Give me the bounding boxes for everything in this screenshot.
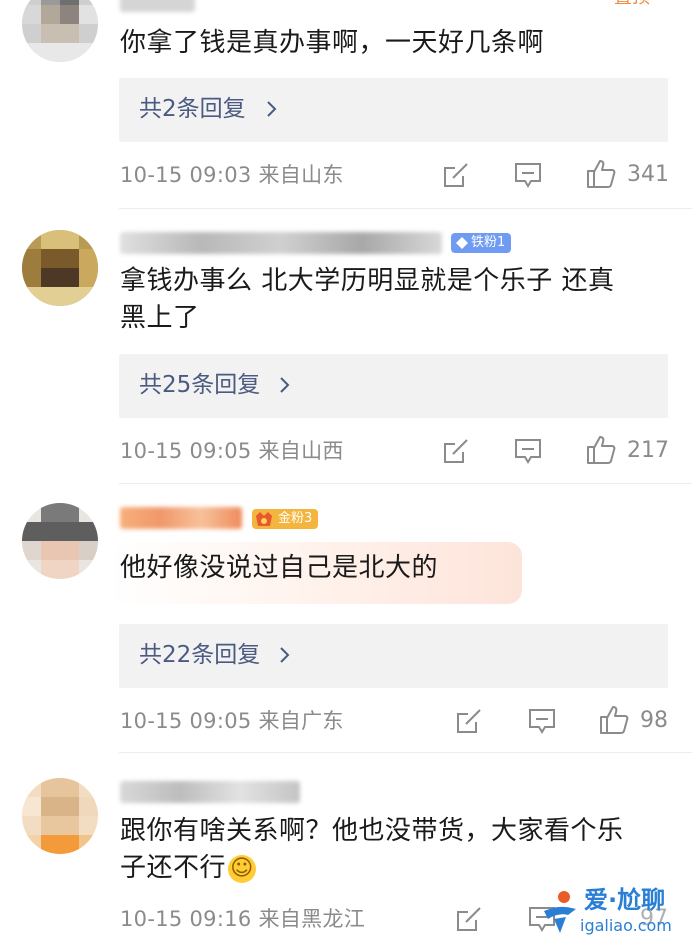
chevron-right-icon xyxy=(280,377,290,393)
comment-location: 来自山东 xyxy=(258,163,344,187)
username[interactable] xyxy=(120,781,300,803)
comment-icon[interactable] xyxy=(513,160,543,190)
divider xyxy=(119,752,692,753)
comment-text: 你拿了钱是真办事啊，一天好几条啊 xyxy=(120,28,545,58)
chevron-right-icon xyxy=(267,101,277,117)
comment-text-line: 子还不行 ☺ xyxy=(120,850,624,887)
comment-text-segment: 子还不行 xyxy=(120,853,227,883)
comment-location: 来自黑龙江 xyxy=(258,907,365,931)
username[interactable] xyxy=(120,507,242,529)
like-count: 217 xyxy=(627,438,669,463)
divider xyxy=(119,208,692,209)
comment-time: 10-15 09:03 xyxy=(120,163,252,187)
fan-badge: 铁粉1 xyxy=(451,233,512,253)
reply-count-label: 共25条回复 xyxy=(139,372,261,398)
watermark: 爱·尬聊 igaliao.com xyxy=(540,885,690,945)
watermark-title: 爱·尬聊 xyxy=(584,886,666,914)
edit-icon[interactable] xyxy=(454,706,484,736)
watermark-url: igaliao.com xyxy=(580,916,672,935)
comment-text: 拿钱办事么 北大学历明显就是个乐子 还真 黑上了 xyxy=(120,263,615,337)
comment-icon[interactable] xyxy=(513,436,543,466)
divider xyxy=(119,483,692,484)
diamond-icon xyxy=(456,237,468,249)
avatar[interactable] xyxy=(22,778,98,854)
edit-icon[interactable] xyxy=(441,436,471,466)
comment-icon[interactable] xyxy=(527,706,557,736)
reply-thread-button[interactable]: 共25条回复 xyxy=(119,354,668,418)
username[interactable] xyxy=(120,232,442,254)
comment-meta: 10-15 09:05 来自广东 xyxy=(120,706,344,736)
like-count: 98 xyxy=(640,708,668,733)
top-tag: 置顶 xyxy=(614,0,650,10)
comment-text-line: 黑上了 xyxy=(120,303,200,333)
comment-meta: 10-15 09:03 来自山东 xyxy=(120,160,344,190)
avatar[interactable] xyxy=(22,503,98,579)
fan-badge-label: 铁粉1 xyxy=(471,235,506,250)
reply-count-label: 共2条回复 xyxy=(139,96,246,122)
avatar[interactable] xyxy=(22,0,98,62)
thumbs-up-icon[interactable] xyxy=(585,434,617,466)
comment-time: 10-15 09:16 xyxy=(120,907,252,931)
reply-thread-button[interactable]: 共22条回复 xyxy=(119,624,668,688)
watermark-logo-icon xyxy=(544,891,576,933)
comment-text: 跟你有啥关系啊？他也没带货，大家看个乐 子还不行 ☺ xyxy=(120,813,624,887)
reply-thread-button[interactable]: 共2条回复 xyxy=(119,78,668,142)
edit-icon[interactable] xyxy=(441,160,471,190)
avatar[interactable] xyxy=(22,230,98,306)
comment-location: 来自广东 xyxy=(258,709,344,733)
chevron-right-icon xyxy=(280,647,290,663)
comment-meta: 10-15 09:16 来自黑龙江 xyxy=(120,904,365,934)
fan-badge-label: 金粉3 xyxy=(278,511,313,526)
reply-count-label: 共22条回复 xyxy=(139,642,261,668)
comment-text: 他好像没说过自己是北大的 xyxy=(120,553,439,583)
like-count: 341 xyxy=(627,162,669,187)
thumbs-up-icon[interactable] xyxy=(585,158,617,190)
fan-badge: 金粉3 xyxy=(252,509,319,529)
comment-time: 10-15 09:05 xyxy=(120,439,252,463)
username[interactable] xyxy=(120,0,195,12)
comment-text-line: 跟你有啥关系啊？他也没带货，大家看个乐 xyxy=(120,816,624,846)
edit-icon[interactable] xyxy=(454,904,484,934)
comment-meta: 10-15 09:05 来自山西 xyxy=(120,436,344,466)
comment-location: 来自山西 xyxy=(258,439,344,463)
comment-text-line: 拿钱办事么 北大学历明显就是个乐子 还真 xyxy=(120,266,615,296)
smile-emoji-icon: ☺ xyxy=(228,854,257,883)
crown-heart-icon xyxy=(256,512,272,526)
comment-time: 10-15 09:05 xyxy=(120,709,252,733)
thumbs-up-icon[interactable] xyxy=(598,704,630,736)
